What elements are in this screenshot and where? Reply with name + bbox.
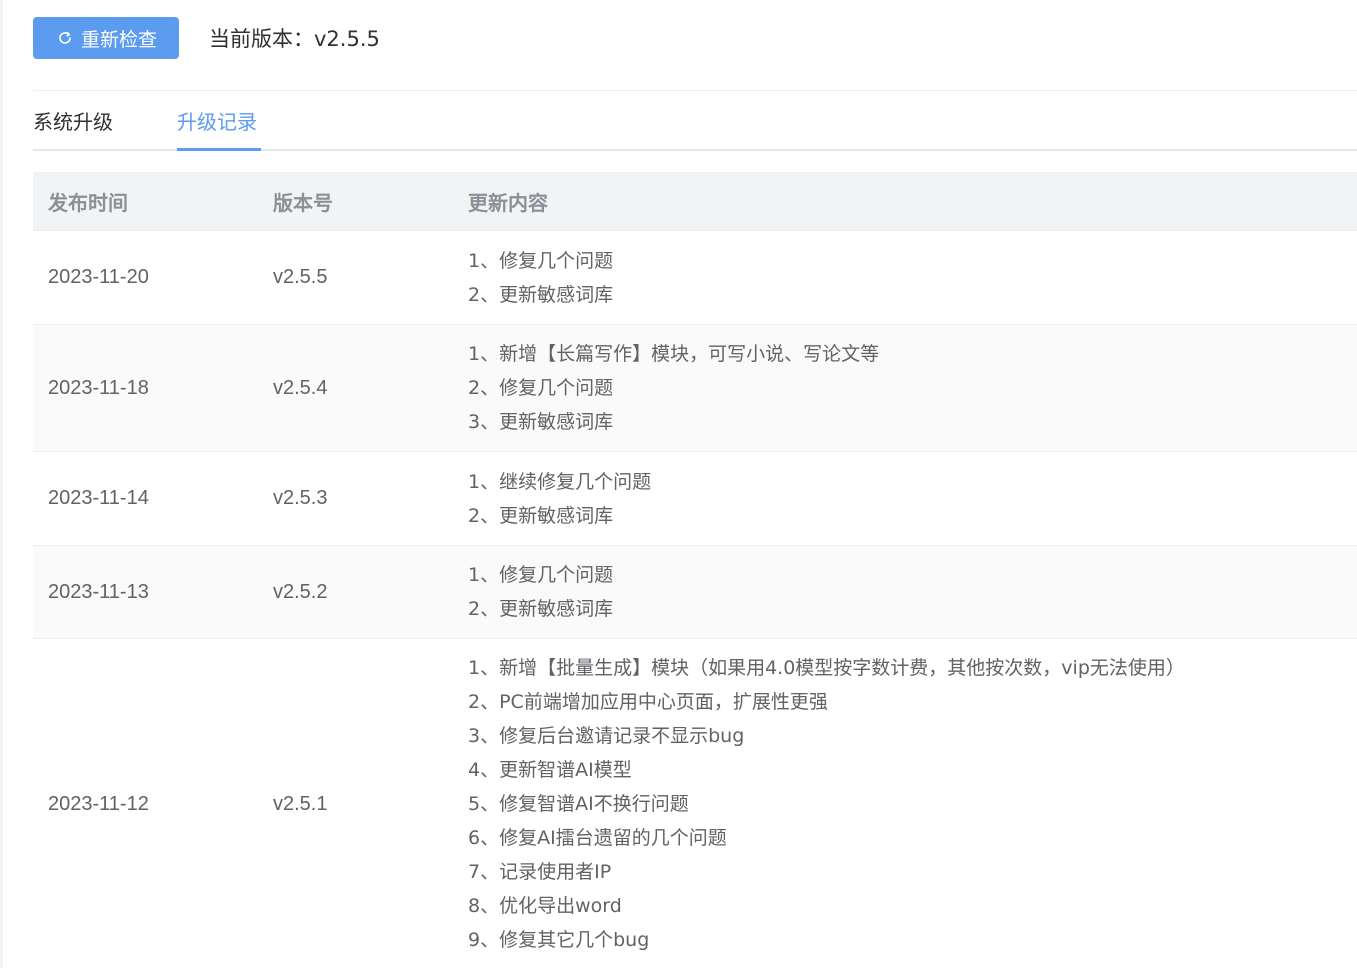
recheck-button-label: 重新检查 [80,28,157,51]
recheck-button[interactable]: 重新检查 [33,17,179,59]
toolbar-divider [33,90,1357,91]
version-number-cell: v2.5.1 [258,638,453,968]
tab-bar: 系统升级 升级记录 [33,100,1357,151]
upgrade-records-table: 发布时间 版本号 更新内容 2023-11-20 v2.5.5 1、修复几个问题 2、… [33,172,1357,968]
update-item: 1、修复几个问题 [468,564,614,586]
update-item: 1、新增【批量生成】模块（如果用4.0模型按字数计费，其他按次数，vip无法使用… [468,657,1185,679]
update-item: 2、修复几个问题 [468,377,614,399]
update-item: 1、修复几个问题 [468,249,614,272]
update-content-cell: 1、修复几个问题 2、更新敏感词库 [453,545,1357,639]
current-version-text: 当前版本：v2.5.5 [209,27,380,51]
table-row: 2023-11-14 v2.5.3 1、继续修复几个问题 2、更新敏感词库 [33,451,1357,546]
update-item: 5、修复智谱AI不换行问题 [468,793,689,815]
update-item: 7、记录使用者IP [468,861,612,883]
release-date-cell: 2023-11-12 [33,638,258,968]
column-header-date: 发布时间 [33,172,258,231]
column-header-version: 版本号 [258,172,453,231]
update-item: 1、新增【长篇写作】模块，可写小说、写论文等 [468,343,880,365]
update-item: 2、PC前端增加应用中心页面，扩展性更强 [468,691,828,713]
upgrade-page: 重新检查 当前版本：v2.5.5 系统升级 升级记录 发布时间 版本号 更新内容… [0,0,1357,968]
update-content-cell: 1、修复几个问题 2、更新敏感词库 [453,230,1357,325]
table-row: 2023-11-12 v2.5.1 1、新增【批量生成】模块（如果用4.0模型按字数… [33,638,1357,968]
active-tab-indicator [177,148,261,151]
refresh-icon [57,30,73,46]
update-item: 9、修复其它几个bug [468,929,650,951]
table-row: 2023-11-20 v2.5.5 1、修复几个问题 2、更新敏感词库 [33,230,1357,325]
update-content-cell: 1、继续修复几个问题 2、更新敏感词库 [453,451,1357,546]
update-item: 1、继续修复几个问题 [468,470,652,493]
table-body: 2023-11-20 v2.5.5 1、修复几个问题 2、更新敏感词库 2023-11-… [33,230,1357,968]
table-header-row: 发布时间 版本号 更新内容 [33,172,1357,231]
table-row: 2023-11-18 v2.5.4 1、新增【长篇写作】模块，可写小说、写论文等 2、… [33,324,1357,452]
update-item: 2、更新敏感词库 [468,504,614,527]
update-item: 3、更新敏感词库 [468,411,614,433]
tab-system-upgrade[interactable]: 系统升级 [33,106,113,135]
release-date-cell: 2023-11-18 [33,324,258,452]
update-item: 2、更新敏感词库 [468,598,614,620]
update-content-cell: 1、新增【批量生成】模块（如果用4.0模型按字数计费，其他按次数，vip无法使用… [453,638,1357,968]
update-item: 6、修复AI擂台遗留的几个问题 [468,827,727,849]
version-number-cell: v2.5.2 [258,545,453,639]
left-edge-divider [0,0,3,968]
update-content-cell: 1、新增【长篇写作】模块，可写小说、写论文等 2、修复几个问题 3、更新敏感词库 [453,324,1357,452]
version-number-cell: v2.5.4 [258,324,453,452]
version-number-cell: v2.5.5 [258,230,453,325]
update-item: 4、更新智谱AI模型 [468,759,632,781]
release-date-cell: 2023-11-14 [33,451,258,546]
column-header-content: 更新内容 [453,172,1357,231]
update-item: 2、更新敏感词库 [468,283,614,306]
release-date-cell: 2023-11-13 [33,545,258,639]
table-row: 2023-11-13 v2.5.2 1、修复几个问题 2、更新敏感词库 [33,545,1357,639]
update-item: 8、优化导出word [468,895,622,917]
update-item: 3、修复后台邀请记录不显示bug [468,725,745,747]
tab-upgrade-records[interactable]: 升级记录 [177,106,257,135]
version-number-cell: v2.5.3 [258,451,453,546]
release-date-cell: 2023-11-20 [33,230,258,325]
toolbar: 重新检查 当前版本：v2.5.5 [33,17,380,59]
